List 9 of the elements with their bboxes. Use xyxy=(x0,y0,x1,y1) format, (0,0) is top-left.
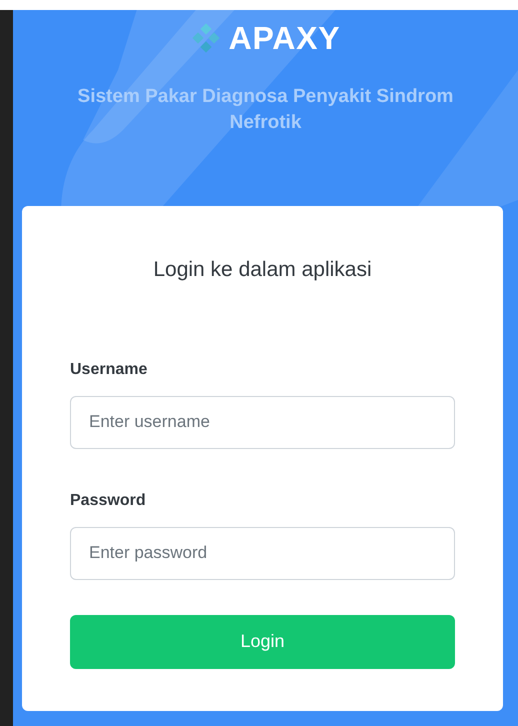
field-label: Username xyxy=(70,360,148,380)
input-field[interactable]: Enter username xyxy=(70,396,455,448)
input-field[interactable]: Enter password xyxy=(70,526,455,580)
logo-icon xyxy=(190,23,221,53)
login-button[interactable]: Login xyxy=(70,614,455,668)
field-label: Password xyxy=(70,490,147,510)
brand-name: APAXY xyxy=(228,22,340,54)
login-heading: Login ke dalam aplikasi xyxy=(152,257,373,283)
app-subtitle: Sistem Pakar Diagnosa Penyakit Sindrom Nefrotik xyxy=(76,85,454,135)
